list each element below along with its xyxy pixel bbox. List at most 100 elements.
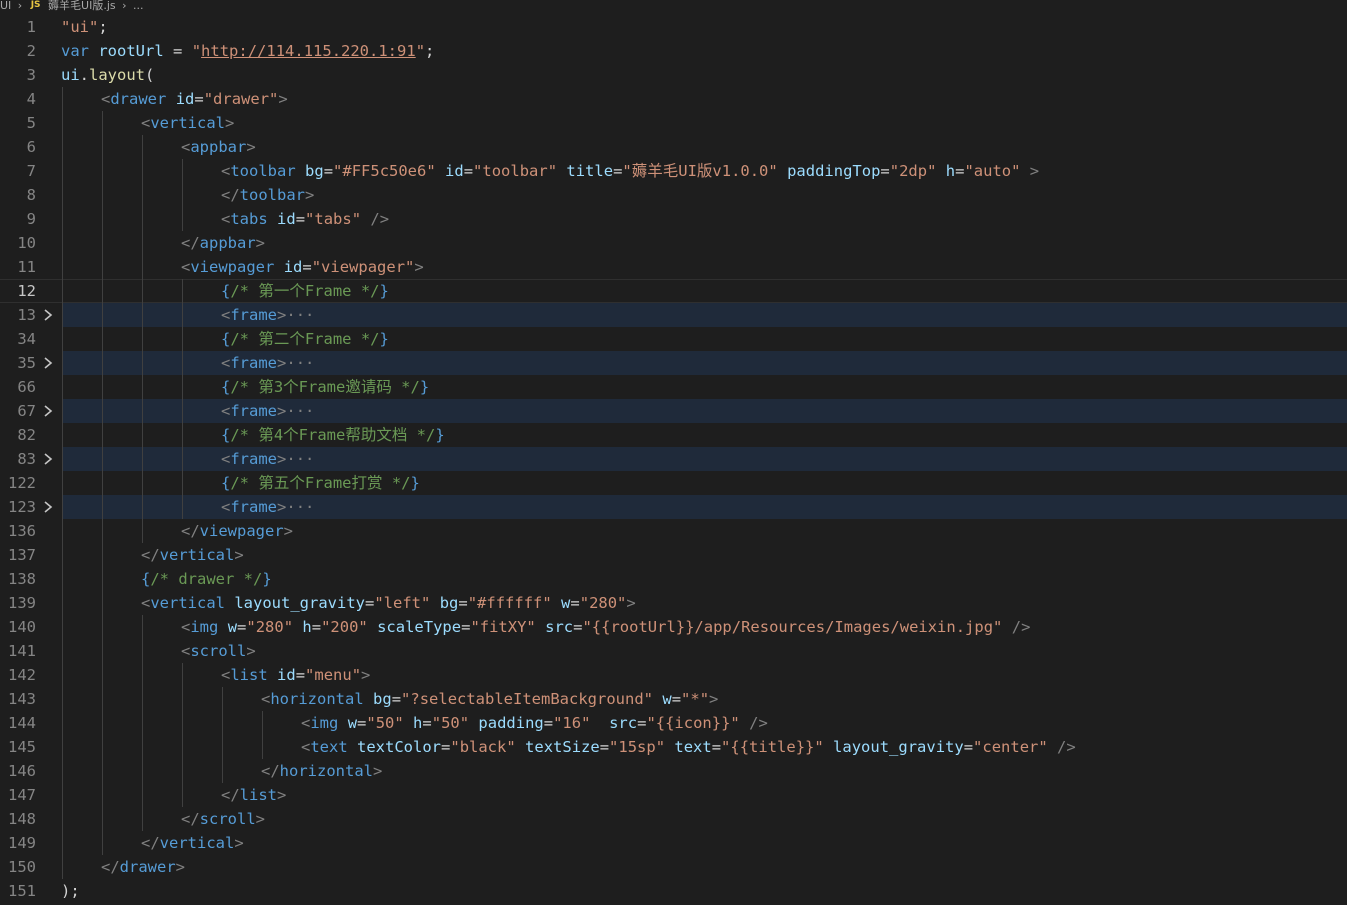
code-text[interactable]: </vertical> [62, 543, 1347, 567]
indent-guide [182, 327, 183, 351]
code-line[interactable]: 66 {/* 第3个Frame邀请码 */} [0, 375, 1347, 399]
code-text[interactable]: <img w="280" h="200" scaleType="fitXY" s… [62, 615, 1347, 639]
code-line[interactable]: 141 <scroll> [0, 639, 1347, 663]
code-text[interactable]: <toolbar bg="#FF5c50e6" id="toolbar" tit… [62, 159, 1347, 183]
code-content: {/* 第一个Frame */} [221, 282, 389, 300]
code-text[interactable]: </vertical> [62, 831, 1347, 855]
fold-chevron-icon[interactable] [40, 447, 58, 471]
code-line[interactable]: 5 <vertical> [0, 111, 1347, 135]
code-text[interactable]: <tabs id="tabs" /> [62, 207, 1347, 231]
code-text[interactable]: ); [61, 879, 1347, 903]
code-line[interactable]: 144 <img w="50" h="50" padding="16" src="… [0, 711, 1347, 735]
code-line[interactable]: 67 <frame>··· [0, 399, 1347, 423]
code-text[interactable]: "ui"; [61, 15, 1347, 39]
code-line[interactable]: 4 <drawer id="drawer"> [0, 87, 1347, 111]
code-line[interactable]: 10 </appbar> [0, 231, 1347, 255]
fold-chevron-icon[interactable] [40, 303, 58, 327]
code-text[interactable]: <horizontal bg="?selectableItemBackgroun… [62, 687, 1347, 711]
code-line[interactable]: 83 <frame>··· [0, 447, 1347, 471]
code-text[interactable]: </appbar> [62, 231, 1347, 255]
fold-chevron-icon[interactable] [40, 399, 58, 423]
code-text[interactable]: ui.layout( [61, 63, 1347, 87]
code-text[interactable]: <text textColor="black" textSize="15sp" … [62, 735, 1347, 759]
code-line[interactable]: 150 </drawer> [0, 855, 1347, 879]
code-line[interactable]: 35 <frame>··· [0, 351, 1347, 375]
line-number: 149 [8, 834, 36, 852]
code-line[interactable]: 143 <horizontal bg="?selectableItemBackgr… [0, 687, 1347, 711]
code-line[interactable]: 8 </toolbar> [0, 183, 1347, 207]
code-line[interactable]: 137 </vertical> [0, 543, 1347, 567]
code-line[interactable]: 123 <frame>··· [0, 495, 1347, 519]
code-line[interactable]: 138 {/* drawer */} [0, 567, 1347, 591]
code-line[interactable]: 142 <list id="menu"> [0, 663, 1347, 687]
code-text[interactable]: <list id="menu"> [62, 663, 1347, 687]
code-text[interactable]: {/* 第4个Frame帮助文档 */} [62, 423, 1347, 447]
code-line[interactable]: 151); [0, 879, 1347, 903]
line-number: 13 [17, 306, 36, 324]
breadcrumb-file[interactable]: 薅羊毛UI版.js [48, 0, 116, 11]
code-line[interactable]: 11 <viewpager id="viewpager"> [0, 255, 1347, 279]
indent-guide [262, 711, 263, 735]
code-text[interactable]: <vertical> [62, 111, 1347, 135]
code-line[interactable]: 2 var rootUrl = "http://114.115.220.1:91"… [0, 39, 1347, 63]
code-text[interactable]: </list> [62, 783, 1347, 807]
code-text[interactable]: <vertical layout_gravity="left" bg="#fff… [62, 591, 1347, 615]
code-text[interactable]: {/* 第一个Frame */} [62, 279, 1347, 303]
code-text[interactable]: <frame>··· [62, 447, 1347, 471]
code-text[interactable]: <viewpager id="viewpager"> [62, 255, 1347, 279]
fold-chevron-icon[interactable] [40, 495, 58, 519]
breadcrumb-folder[interactable]: UI [0, 0, 11, 11]
code-text[interactable]: {/* 第五个Frame打赏 */} [62, 471, 1347, 495]
code-text[interactable]: {/* 第3个Frame邀请码 */} [62, 375, 1347, 399]
code-text[interactable]: <frame>··· [62, 495, 1347, 519]
indent-guide [142, 279, 143, 303]
code-text[interactable]: var rootUrl = "http://114.115.220.1:91"; [61, 39, 1347, 63]
code-text[interactable]: {/* drawer */} [62, 567, 1347, 591]
code-content: <text textColor="black" textSize="15sp" … [301, 738, 1076, 756]
code-text[interactable]: <frame>··· [62, 351, 1347, 375]
fold-chevron-icon[interactable] [40, 351, 58, 375]
code-line[interactable]: 149 </vertical> [0, 831, 1347, 855]
code-text[interactable]: <appbar> [62, 135, 1347, 159]
code-line[interactable]: 147 </list> [0, 783, 1347, 807]
indent-guide [182, 759, 183, 783]
code-text[interactable]: </scroll> [62, 807, 1347, 831]
code-line[interactable]: 9 <tabs id="tabs" /> [0, 207, 1347, 231]
code-line[interactable]: 1 "ui"; [0, 15, 1347, 39]
indent-guide [142, 519, 143, 543]
line-number: 146 [8, 762, 36, 780]
code-line[interactable]: 145 <text textColor="black" textSize="15s… [0, 735, 1347, 759]
code-line[interactable]: 3 ui.layout( [0, 63, 1347, 87]
code-content: ui.layout( [61, 66, 155, 84]
indent-guide [102, 519, 103, 543]
indent-guide [182, 447, 183, 471]
code-line[interactable]: 136 </viewpager> [0, 519, 1347, 543]
code-line[interactable]: 34 {/* 第二个Frame */} [0, 327, 1347, 351]
code-line[interactable]: 148 </scroll> [0, 807, 1347, 831]
code-text[interactable]: <img w="50" h="50" padding="16" src="{{i… [62, 711, 1347, 735]
code-line[interactable]: 7 <toolbar bg="#FF5c50e6" id="toolbar" ti… [0, 159, 1347, 183]
code-line[interactable]: 6 <appbar> [0, 135, 1347, 159]
breadcrumb-symbols[interactable]: ... [133, 0, 144, 11]
code-text[interactable]: {/* 第二个Frame */} [62, 327, 1347, 351]
code-text[interactable]: <scroll> [62, 639, 1347, 663]
code-text[interactable]: </drawer> [62, 855, 1347, 879]
code-text[interactable]: <drawer id="drawer"> [62, 87, 1347, 111]
code-line[interactable]: 82 {/* 第4个Frame帮助文档 */} [0, 423, 1347, 447]
code-text[interactable]: </viewpager> [62, 519, 1347, 543]
code-line[interactable]: 146 </horizontal> [0, 759, 1347, 783]
code-line[interactable]: 13 <frame>··· [0, 303, 1347, 327]
indent-guide [102, 255, 103, 279]
code-text[interactable]: </horizontal> [62, 759, 1347, 783]
code-line[interactable]: 140 <img w="280" h="200" scaleType="fitXY… [0, 615, 1347, 639]
indent-guide [182, 783, 183, 807]
code-line[interactable]: 139 <vertical layout_gravity="left" bg="#… [0, 591, 1347, 615]
code-line[interactable]: 12 {/* 第一个Frame */} [0, 279, 1347, 303]
code-content: <frame>··· [221, 306, 315, 324]
code-text[interactable]: <frame>··· [62, 303, 1347, 327]
indent-guide [102, 375, 103, 399]
code-line[interactable]: 122 {/* 第五个Frame打赏 */} [0, 471, 1347, 495]
code-editor[interactable]: 1 "ui"; 2 var rootUrl = "http://114.115.220… [0, 15, 1347, 905]
code-text[interactable]: <frame>··· [62, 399, 1347, 423]
code-text[interactable]: </toolbar> [62, 183, 1347, 207]
